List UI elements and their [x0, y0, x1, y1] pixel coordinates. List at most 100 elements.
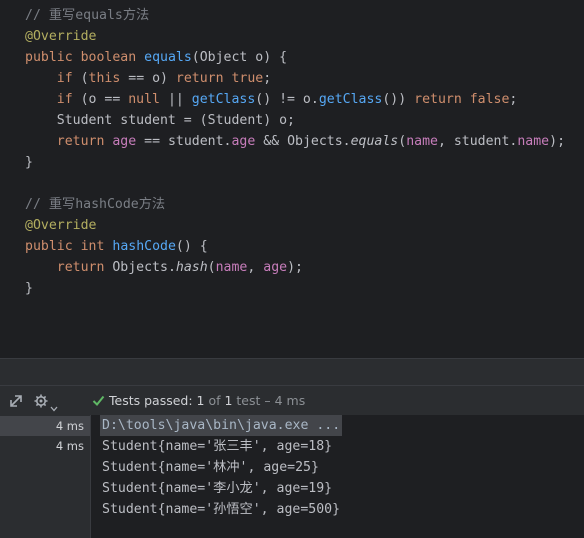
code-token: if	[56, 92, 73, 107]
code-token: .	[342, 134, 351, 149]
code-token: (	[207, 260, 216, 275]
code-token: }	[25, 281, 33, 296]
code-token: getClass	[191, 92, 256, 107]
code-token: ;	[263, 71, 272, 86]
code-token: @Override	[25, 29, 97, 44]
code-token: // 重写hashCode方法	[25, 197, 166, 212]
code-token: null	[128, 92, 160, 107]
code-token: == o)	[120, 71, 176, 86]
code-token: return	[414, 92, 462, 107]
code-token: hashCode	[112, 239, 176, 254]
code-token: () != o.	[255, 92, 319, 107]
code-token: .	[167, 260, 176, 275]
code-line[interactable]: Student student = (Student) o;	[25, 110, 295, 131]
code-token: return	[56, 260, 105, 275]
console-line: Student{name='林冲', age=25}	[102, 460, 319, 475]
code-token: }	[25, 155, 33, 170]
status-prefix: Tests passed:	[109, 393, 197, 408]
code-token: @Override	[25, 218, 97, 233]
console-output[interactable]: D:\tools\java\bin\java.exe ... Student{n…	[91, 415, 584, 538]
code-token: name	[406, 134, 438, 149]
editor-status-band	[0, 358, 584, 386]
test-tree-row[interactable]: 4 ms	[0, 416, 90, 436]
code-token: (o ==	[72, 92, 129, 107]
code-token: ) o;	[263, 113, 295, 128]
code-token: ())	[382, 92, 415, 107]
code-line[interactable]: if (this == o) return true;	[25, 68, 271, 89]
code-token: ||	[160, 92, 192, 107]
code-token: public	[25, 239, 73, 254]
test-duration: 4 ms	[55, 419, 84, 433]
test-status: Tests passed: 1 of 1 test – 4 ms	[92, 393, 305, 409]
code-token: equals	[350, 134, 399, 149]
code-token: o) {	[247, 50, 288, 65]
of-text: of	[204, 393, 225, 408]
code-token: this	[88, 71, 121, 86]
code-token: ;	[509, 92, 518, 107]
code-token: return	[56, 134, 105, 149]
code-line[interactable]: return age == student.age && Objects.equ…	[25, 131, 565, 152]
console-line: Student{name='张三丰', age=18}	[102, 439, 333, 454]
code-token: if	[56, 71, 73, 86]
console-command[interactable]: D:\tools\java\bin\java.exe ...	[100, 415, 343, 436]
code-token: age	[263, 260, 288, 275]
code-token: equals	[144, 50, 192, 65]
console-line: Student{name='孙悟空', age=500}	[102, 502, 341, 517]
run-toolbar: Tests passed: 1 of 1 test – 4 ms	[0, 385, 584, 416]
test-duration: 4 ms	[55, 439, 84, 453]
code-token: Student	[207, 113, 264, 128]
code-token: );	[549, 134, 566, 149]
code-token: getClass	[318, 92, 383, 107]
code-line[interactable]: if (o == null || getClass() != o.getClas…	[25, 89, 518, 110]
code-token: public	[25, 50, 73, 65]
code-token: (	[191, 50, 200, 65]
gear-icon[interactable]	[33, 393, 49, 409]
test-tree-row[interactable]: 4 ms	[0, 436, 90, 456]
code-token: age	[231, 134, 256, 149]
code-token: student = (	[112, 113, 208, 128]
test-tree: 4 ms 4 ms	[0, 415, 91, 538]
code-line[interactable]: }	[25, 152, 33, 173]
code-token: ,	[247, 260, 264, 275]
code-token: int	[80, 239, 105, 254]
code-line[interactable]: public int hashCode() {	[25, 236, 208, 257]
code-line[interactable]: @Override	[25, 26, 96, 47]
code-token: , student.	[437, 134, 518, 149]
code-line[interactable]: return Objects.hash(name, age);	[25, 257, 303, 278]
code-token: (	[72, 71, 89, 86]
code-token: hash	[175, 260, 208, 275]
code-token: );	[287, 260, 303, 275]
code-token: Objects	[287, 134, 343, 149]
code-token: Object	[199, 50, 248, 65]
code-line[interactable]: @Override	[25, 215, 96, 236]
code-editor[interactable]: // 重写equals方法 @Override public boolean equ…	[0, 0, 584, 358]
code-line[interactable]: // 重写hashCode方法	[25, 194, 165, 215]
code-token: return	[175, 71, 224, 86]
code-token: (	[398, 134, 407, 149]
code-token: Student	[56, 113, 113, 128]
dropdown-icon[interactable]	[50, 400, 58, 412]
code-token: () {	[175, 239, 208, 254]
code-token: true	[231, 71, 264, 86]
check-icon	[92, 394, 105, 407]
code-token: name	[215, 260, 248, 275]
expand-icon[interactable]	[8, 393, 24, 409]
code-token: // 重写equals方法	[25, 8, 150, 23]
code-token: Objects	[112, 260, 168, 275]
code-line[interactable]: // 重写equals方法	[25, 5, 149, 26]
code-token: boolean	[80, 50, 137, 65]
console-line: Student{name='李小龙', age=19}	[102, 481, 333, 496]
code-line[interactable]: public boolean equals(Object o) {	[25, 47, 287, 68]
code-token: &&	[255, 134, 288, 149]
code-token: false	[469, 92, 510, 107]
status-suffix: test – 4 ms	[232, 393, 306, 408]
code-line[interactable]: }	[25, 278, 33, 299]
